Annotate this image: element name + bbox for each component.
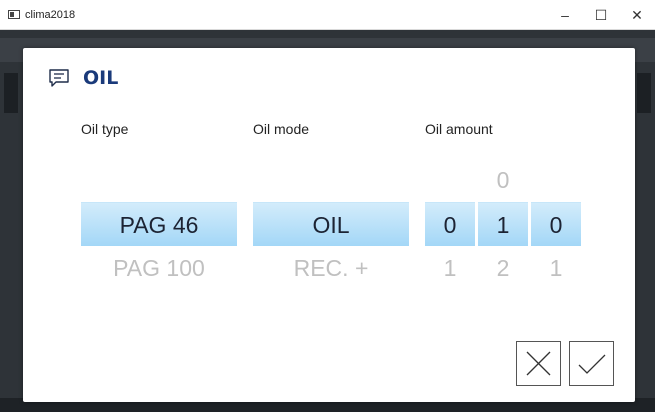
oil-amount-digit-3-next[interactable]: 1 [531, 246, 581, 290]
oil-dialog: OIL Oil type Oil mode Oil amount PAG 46 … [23, 48, 635, 402]
backdrop-left-edge [4, 73, 18, 113]
dialog-title: OIL [83, 67, 119, 89]
oil-amount-digit-1-next[interactable]: 1 [425, 246, 475, 290]
app-icon [8, 10, 20, 19]
cancel-button[interactable] [516, 341, 561, 386]
backdrop-right-edge [637, 73, 651, 113]
oil-amount-digit-2-previous[interactable]: 0 [478, 158, 528, 202]
oil-amount-digit-1-selected[interactable]: 0 [425, 202, 475, 246]
oil-mode-label: Oil mode [253, 121, 310, 137]
oil-mode-next-option[interactable]: REC. + [253, 246, 409, 290]
message-icon [49, 69, 69, 87]
check-icon [578, 354, 606, 374]
oil-amount-digit-3-selected[interactable]: 0 [531, 202, 581, 246]
oil-type-label: Oil type [81, 121, 129, 137]
oil-amount-digit-2-selected[interactable]: 1 [478, 202, 528, 246]
close-window-button[interactable]: ✕ [619, 0, 655, 30]
minimize-button[interactable]: – [547, 0, 583, 30]
cancel-icon [526, 351, 551, 376]
confirm-button[interactable] [569, 341, 614, 386]
oil-amount-digit-2-next[interactable]: 2 [478, 246, 528, 290]
oil-type-selected[interactable]: PAG 46 [81, 202, 237, 246]
oil-mode-selected[interactable]: OIL [253, 202, 409, 246]
window-title: clima2018 [25, 9, 76, 21]
oil-type-next-option[interactable]: PAG 100 [81, 246, 237, 290]
oil-amount-label: Oil amount [425, 121, 493, 137]
maximize-button[interactable]: ☐ [583, 0, 619, 30]
window-titlebar: clima2018 – ☐ ✕ [0, 0, 655, 30]
